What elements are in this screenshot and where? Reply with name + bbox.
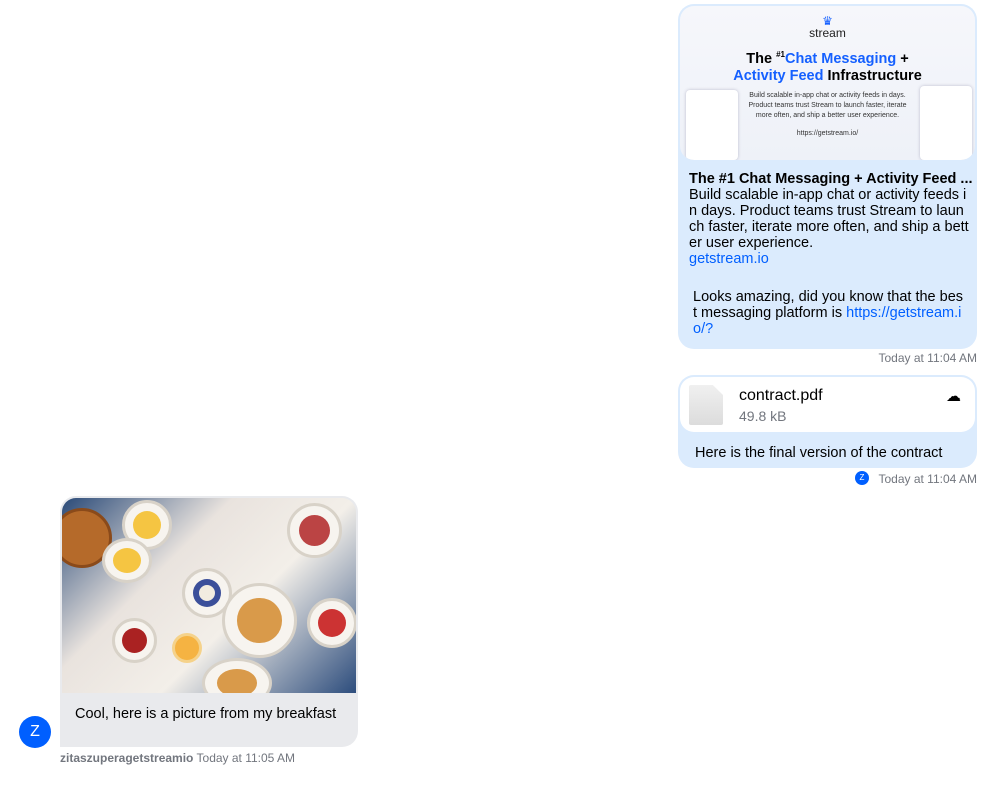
- link-domain[interactable]: getstream.io: [689, 251, 769, 267]
- breakfast-image[interactable]: [62, 498, 356, 693]
- cloud-download-icon[interactable]: ☁︎: [946, 387, 961, 405]
- timestamp: Today at 11:05 AM: [196, 751, 296, 765]
- message-text: Cool, here is a picture from my breakfas…: [75, 706, 337, 722]
- file-name: contract.pdf: [739, 387, 823, 404]
- file-icon: [689, 385, 723, 425]
- link-description: Build scalable in-app chat or activity f…: [689, 187, 969, 251]
- avatar[interactable]: Z: [19, 716, 51, 748]
- link-preview-image[interactable]: ♛ stream The #1Chat Messaging + Activity …: [680, 6, 975, 160]
- logo-text: stream: [809, 26, 846, 40]
- message-text: Here is the final version of the contrac…: [695, 445, 943, 461]
- timestamp: Today at 11:04 AM: [878, 472, 977, 486]
- link-title: The #1 Chat Messaging + Activity Feed ..…: [689, 171, 973, 187]
- preview-mock-right: [920, 86, 972, 160]
- preview-headline: The #1Chat Messaging + Activity Feed Infr…: [733, 50, 922, 84]
- read-receipt-avatar: Z: [855, 471, 869, 485]
- link-preview-text[interactable]: The #1 Chat Messaging + Activity Feed ..…: [689, 171, 973, 267]
- message-text: Looks amazing, did you know that the bes…: [693, 289, 964, 337]
- author-name[interactable]: zitaszuperagetstreamio: [60, 751, 193, 765]
- file-size: 49.8 kB: [739, 408, 787, 424]
- file-attachment[interactable]: [680, 377, 975, 432]
- message-meta: zitaszuperagetstreamio Today at 11:05 AM: [60, 751, 295, 765]
- timestamp: Today at 11:04 AM: [878, 351, 977, 365]
- preview-mock-left: [686, 90, 738, 160]
